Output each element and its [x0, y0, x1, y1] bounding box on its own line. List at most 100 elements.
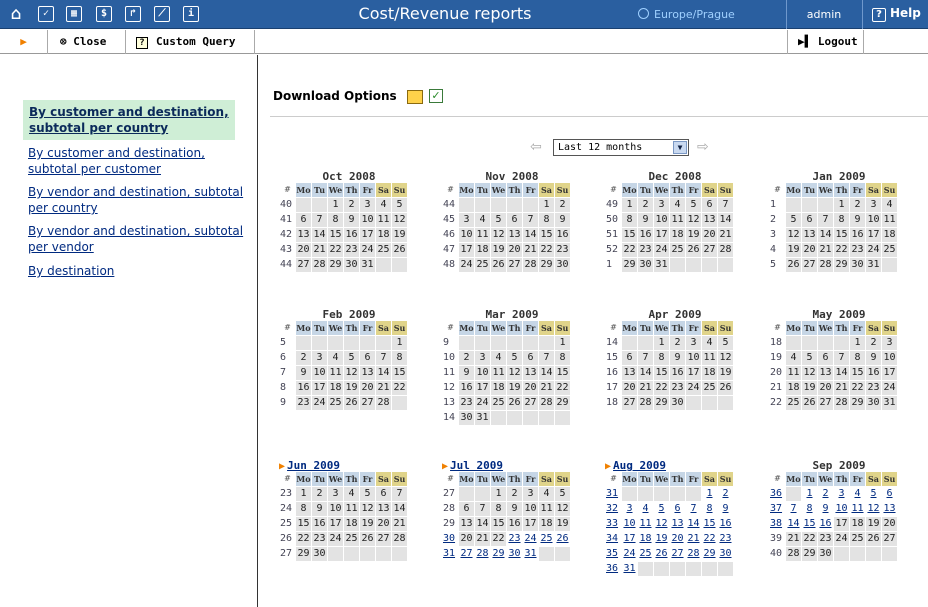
calendar-day[interactable]: 5	[654, 502, 669, 516]
week-number[interactable]: 34	[606, 532, 621, 546]
week-number[interactable]: 36	[770, 487, 785, 501]
week-number[interactable]: 38	[770, 517, 785, 531]
checkbox-icon[interactable]: ✓	[429, 89, 443, 103]
sidebar-item-customer-country[interactable]: By customer and destination, subtotal pe…	[23, 100, 235, 140]
calendar-day[interactable]: 4	[850, 487, 865, 501]
calendar-day[interactable]: 16	[718, 517, 733, 531]
sidebar-item-vendor-country[interactable]: By vendor and destination, subtotal per …	[28, 184, 248, 216]
calendar-day[interactable]: 25	[539, 532, 554, 546]
weekday-header: Tu	[638, 183, 653, 197]
calendar-day[interactable]: 13	[670, 517, 685, 531]
calendar-day[interactable]: 31	[523, 547, 538, 561]
calendar-day[interactable]: 12	[654, 517, 669, 531]
calendar-day[interactable]: 30	[718, 547, 733, 561]
empty-cell	[523, 411, 538, 425]
calendar-day[interactable]: 30	[507, 547, 522, 561]
checkbox-icon[interactable]: ✓	[38, 6, 54, 22]
calendar-day[interactable]: 22	[702, 532, 717, 546]
calendar-day[interactable]: 26	[654, 547, 669, 561]
calendar-day[interactable]: 21	[686, 532, 701, 546]
calendar-day[interactable]: 6	[670, 502, 685, 516]
sidebar-item-customer-customer[interactable]: By customer and destination, subtotal pe…	[28, 145, 248, 177]
week-number[interactable]: 30	[443, 532, 458, 546]
arrow-right-icon[interactable]: ⇨	[697, 139, 709, 155]
week-number[interactable]: 31	[606, 487, 621, 501]
calendar-day[interactable]: 13	[882, 502, 897, 516]
empty-cell	[328, 547, 343, 561]
calendar-day[interactable]: 10	[834, 502, 849, 516]
calendar-day[interactable]: 3	[834, 487, 849, 501]
calendar-day[interactable]: 11	[850, 502, 865, 516]
calendar-day[interactable]: 26	[555, 532, 570, 546]
calendar-day[interactable]: 15	[702, 517, 717, 531]
info-icon[interactable]: i	[183, 6, 199, 22]
week-number[interactable]: 36	[606, 562, 621, 576]
calendar-day[interactable]: 17	[622, 532, 637, 546]
chart-icon[interactable]: ⟋	[154, 6, 170, 22]
calendar-day: 20	[507, 243, 522, 257]
calendar-day[interactable]: 31	[622, 562, 637, 576]
calendar-day[interactable]: 25	[638, 547, 653, 561]
week-number[interactable]: 31	[443, 547, 458, 561]
calendar-day[interactable]: 3	[622, 502, 637, 516]
calendar-day[interactable]: 23	[718, 532, 733, 546]
export-icon[interactable]	[407, 90, 423, 104]
period-select[interactable]: Last 12 months ▼	[553, 139, 689, 156]
arrow-left-icon[interactable]: ⇦	[530, 139, 542, 155]
grid-icon[interactable]: ▦	[66, 6, 82, 22]
calendar-day[interactable]: 27	[459, 547, 474, 561]
user-name[interactable]: admin	[788, 8, 860, 21]
calendar-day[interactable]: 12	[866, 502, 881, 516]
calendar-day[interactable]: 15	[802, 517, 817, 531]
play-icon[interactable]: ▶	[0, 30, 48, 54]
calendar-day[interactable]: 20	[670, 532, 685, 546]
calendar-day[interactable]: 2	[718, 487, 733, 501]
week-number[interactable]: 37	[770, 502, 785, 516]
calendar-day[interactable]: 4	[638, 502, 653, 516]
calendar-day: 9	[670, 351, 685, 365]
calendar-day[interactable]: 1	[802, 487, 817, 501]
calendar-day: 5	[491, 213, 506, 227]
calendar-day[interactable]: 7	[786, 502, 801, 516]
calendar-day[interactable]: 7	[686, 502, 701, 516]
logout-button[interactable]: ▶▌ Logout	[787, 30, 864, 54]
calendar-day[interactable]: 6	[882, 487, 897, 501]
calendar-day[interactable]: 1	[702, 487, 717, 501]
week-number[interactable]: 35	[606, 547, 621, 561]
calendar-day[interactable]: 28	[686, 547, 701, 561]
calendar-day[interactable]: 16	[818, 517, 833, 531]
calendar-day[interactable]: 29	[491, 547, 506, 561]
calendar-day[interactable]: 23	[507, 532, 522, 546]
empty-cell	[670, 487, 685, 501]
calendar-day[interactable]: 24	[523, 532, 538, 546]
calendar-day[interactable]: 8	[802, 502, 817, 516]
close-button[interactable]: ⊗ Close	[48, 30, 126, 54]
flow-icon[interactable]: ↱	[125, 6, 141, 22]
calendar-day[interactable]: 27	[670, 547, 685, 561]
calendar-day: 13	[802, 228, 817, 242]
calendar-day[interactable]: 5	[866, 487, 881, 501]
week-number[interactable]: 33	[606, 517, 621, 531]
sidebar-item-vendor-vendor[interactable]: By vendor and destination, subtotal per …	[28, 223, 248, 255]
calendar-day[interactable]: 14	[686, 517, 701, 531]
calendar-day[interactable]: 29	[702, 547, 717, 561]
dollar-icon[interactable]: $	[96, 6, 112, 22]
calendar-day[interactable]: 2	[818, 487, 833, 501]
timezone[interactable]: Europe/Prague	[638, 8, 735, 21]
calendar-day[interactable]: 24	[622, 547, 637, 561]
calendar-day[interactable]: 19	[654, 532, 669, 546]
weekday-header: Fr	[686, 472, 701, 486]
week-number[interactable]: 32	[606, 502, 621, 516]
calendar-day[interactable]: 9	[718, 502, 733, 516]
calendar-day[interactable]: 10	[622, 517, 637, 531]
sidebar-item-destination[interactable]: By destination	[28, 263, 248, 279]
custom-query-button[interactable]: ? Custom Query	[126, 30, 255, 54]
calendar-day[interactable]: 18	[638, 532, 653, 546]
calendar-day[interactable]: 14	[786, 517, 801, 531]
calendar-day[interactable]: 11	[638, 517, 653, 531]
help-button[interactable]: ? Help	[872, 6, 921, 22]
calendar-day[interactable]: 8	[702, 502, 717, 516]
calendar-day[interactable]: 28	[475, 547, 490, 561]
home-icon[interactable]: ⌂	[8, 6, 24, 23]
calendar-day[interactable]: 9	[818, 502, 833, 516]
